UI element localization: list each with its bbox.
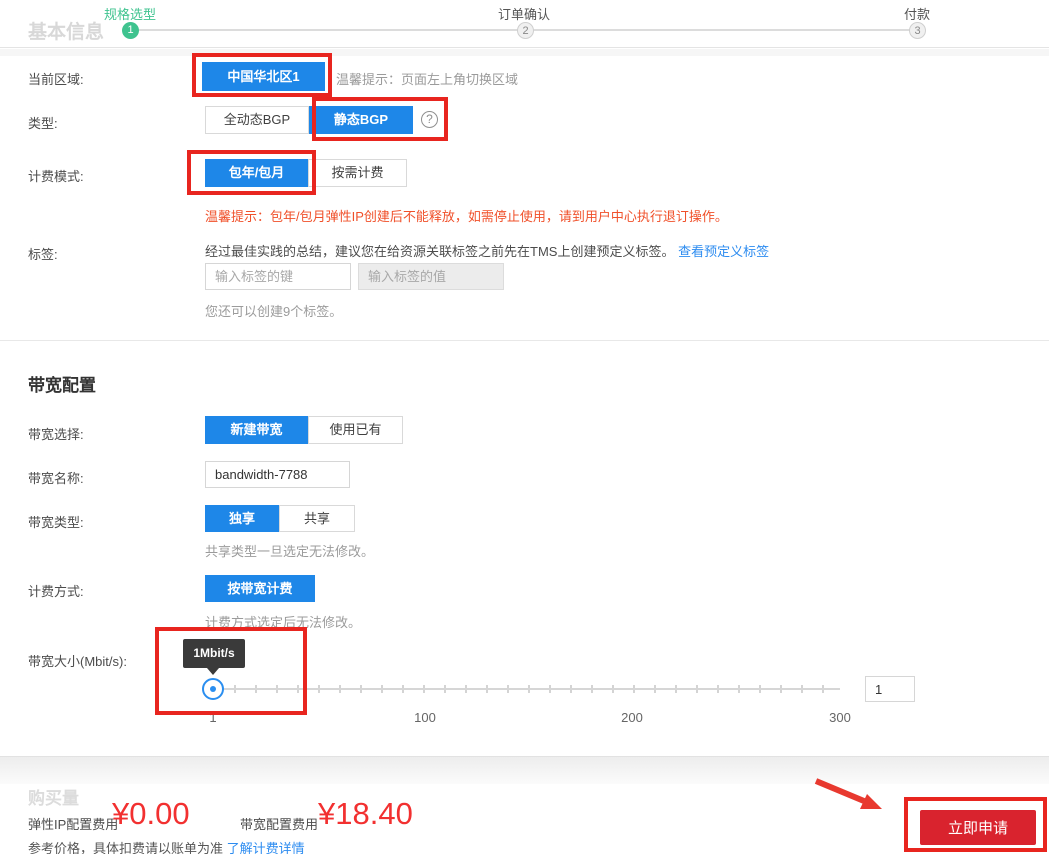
bandwidth-fee-label: 带宽配置费用 xyxy=(240,814,318,833)
bandwidth-type-note: 共享类型一旦选定无法修改。 xyxy=(205,541,374,560)
billing-option-yearly-monthly[interactable]: 包年/包月 xyxy=(205,159,308,187)
price-note: 参考价格，具体扣费请以账单为准 xyxy=(28,841,227,854)
region-tip: 温馨提示：页面左上角切换区域 xyxy=(336,69,518,88)
slider-mark-100: 100 xyxy=(405,710,445,725)
purchase-footer: 购买量 弹性IP配置费用 ¥0.00 带宽配置费用 ¥18.40 参考价格，具体… xyxy=(0,784,1049,854)
type-label: 类型: xyxy=(28,113,58,132)
wizard-line-2 xyxy=(534,29,912,31)
type-option-full-dynamic-bgp[interactable]: 全动态BGP xyxy=(205,106,309,134)
section-divider xyxy=(0,340,1049,341)
wizard-line-1 xyxy=(139,29,520,31)
tag-hint: 经过最佳实践的总结，建议您在给资源关联标签之前先在TMS上创建预定义标签。 xyxy=(205,244,674,259)
purchase-title-faded: 购买量 xyxy=(28,784,79,809)
apply-now-button[interactable]: 立即申请 xyxy=(920,810,1036,845)
help-icon[interactable]: ? xyxy=(421,111,438,128)
charge-mode-note: 计费方式选定后无法修改。 xyxy=(205,612,361,631)
section-title-basic-faded: 基本信息 xyxy=(28,17,104,44)
tag-hint-row: 经过最佳实践的总结，建议您在给资源关联标签之前先在TMS上创建预定义标签。 查看… xyxy=(205,241,769,260)
bandwidth-fee-price: ¥18.40 xyxy=(318,796,413,832)
wizard-step-1-label: 规格选型 xyxy=(104,4,156,23)
bandwidth-section-title: 带宽配置 xyxy=(28,371,96,396)
bandwidth-size-input[interactable] xyxy=(865,676,915,702)
bandwidth-name-input[interactable] xyxy=(205,461,350,488)
eip-fee-price: ¥0.00 xyxy=(112,796,190,832)
slider-tooltip: 1Mbit/s xyxy=(183,639,245,668)
wizard-step-2-label: 订单确认 xyxy=(498,4,550,23)
eip-fee-label: 弹性IP配置费用 xyxy=(28,814,118,833)
slider-mark-1: 1 xyxy=(193,710,233,725)
tag-label: 标签: xyxy=(28,244,58,263)
tag-value-input[interactable] xyxy=(358,263,504,290)
slider-mark-200: 200 xyxy=(612,710,652,725)
charge-by-bandwidth-button[interactable]: 按带宽计费 xyxy=(205,575,315,602)
tag-key-input[interactable] xyxy=(205,263,351,290)
wizard-step-3-circle: 3 xyxy=(909,22,926,39)
billing-option-on-demand[interactable]: 按需计费 xyxy=(308,159,407,187)
bandwidth-type-shared[interactable]: 共享 xyxy=(279,505,355,532)
slider-mark-300: 300 xyxy=(820,710,860,725)
eip-purchase-page: 基本信息 规格选型 1 订单确认 2 付款 3 当前区域: 中国华北区1 温馨提… xyxy=(0,0,1049,854)
bandwidth-name-label: 带宽名称: xyxy=(28,468,84,487)
price-note-row: 参考价格，具体扣费请以账单为准 了解计费详情 xyxy=(28,838,305,854)
slider-handle-dot xyxy=(210,686,216,692)
billing-mode-label: 计费模式: xyxy=(28,166,84,185)
bandwidth-size-label: 带宽大小(Mbit/s): xyxy=(28,651,127,670)
region-button[interactable]: 中国华北区1 xyxy=(202,62,325,91)
predefined-tag-link[interactable]: 查看预定义标签 xyxy=(678,244,769,259)
tag-remaining-text: 您还可以创建9个标签。 xyxy=(205,301,342,320)
bandwidth-slider-track[interactable] xyxy=(213,688,840,690)
bandwidth-option-new[interactable]: 新建带宽 xyxy=(205,416,308,444)
billing-warning: 温馨提示：包年/包月弹性IP创建后不能释放，如需停止使用，请到用户中心执行退订操… xyxy=(205,206,728,225)
region-label: 当前区域: xyxy=(28,69,84,88)
charge-mode-label: 计费方式: xyxy=(28,581,84,600)
bandwidth-type-label: 带宽类型: xyxy=(28,512,84,531)
type-option-static-bgp[interactable]: 静态BGP xyxy=(309,106,413,134)
wizard-step-2-circle: 2 xyxy=(517,22,534,39)
wizard-header: 基本信息 规格选型 1 订单确认 2 付款 3 xyxy=(0,0,1049,48)
footer-shadow xyxy=(0,756,1049,784)
bandwidth-slider-handle[interactable] xyxy=(202,678,224,700)
header-bottom-strip xyxy=(0,49,1049,56)
wizard-step-3-label: 付款 xyxy=(904,4,930,23)
billing-detail-link[interactable]: 了解计费详情 xyxy=(227,841,305,854)
bandwidth-select-label: 带宽选择: xyxy=(28,424,84,443)
wizard-step-1-circle: 1 xyxy=(122,22,139,39)
bandwidth-type-dedicated[interactable]: 独享 xyxy=(205,505,279,532)
bandwidth-option-existing[interactable]: 使用已有 xyxy=(308,416,403,444)
